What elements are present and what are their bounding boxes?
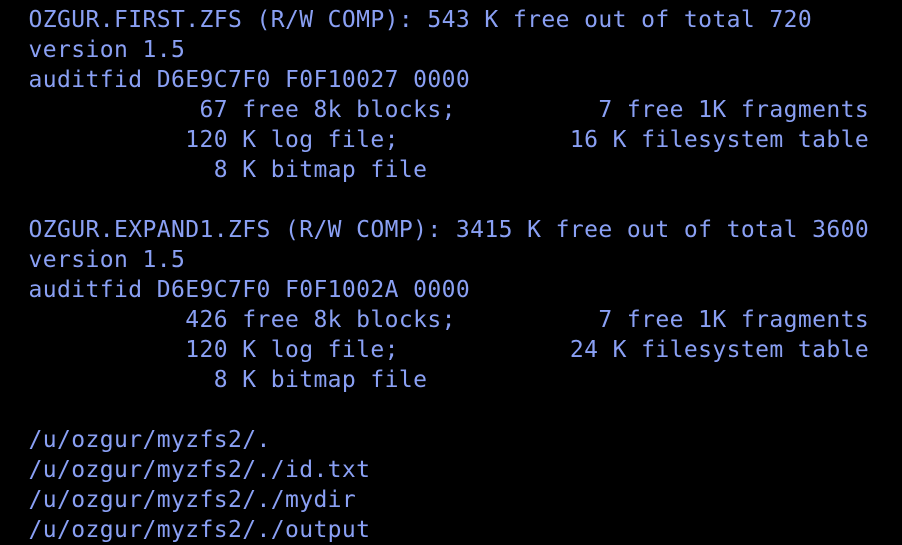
- terminal-line: /u/ozgur/myzfs2/.: [0, 427, 271, 453]
- terminal-line: 67 free 8k blocks; 7 free 1K fragments: [0, 97, 870, 123]
- terminal-line: OZGUR.FIRST.ZFS (R/W COMP): 543 K free o…: [0, 7, 813, 33]
- terminal-line: OZGUR.EXPAND1.ZFS (R/W COMP): 3415 K fre…: [0, 217, 870, 243]
- terminal-line: 426 free 8k blocks; 7 free 1K fragments: [0, 307, 870, 333]
- terminal-line: /u/ozgur/myzfs2/./id.txt: [0, 457, 371, 483]
- terminal-line: 120 K log file; 16 K filesystem table: [0, 127, 870, 153]
- terminal-line: auditfid D6E9C7F0 F0F10027 0000: [0, 67, 471, 93]
- terminal-line: /u/ozgur/myzfs2/./output: [0, 517, 371, 543]
- terminal-screen[interactable]: OZGUR.FIRST.ZFS (R/W COMP): 543 K free o…: [0, 0, 902, 543]
- terminal-line: 8 K bitmap file: [0, 367, 428, 393]
- terminal-line: /u/ozgur/myzfs2/./mydir: [0, 487, 357, 513]
- terminal-line: 8 K bitmap file: [0, 157, 428, 183]
- terminal-line: auditfid D6E9C7F0 F0F1002A 0000: [0, 277, 471, 303]
- terminal-line: version 1.5: [0, 247, 186, 273]
- terminal-line: 120 K log file; 24 K filesystem table: [0, 337, 870, 363]
- terminal-line: version 1.5: [0, 37, 186, 63]
